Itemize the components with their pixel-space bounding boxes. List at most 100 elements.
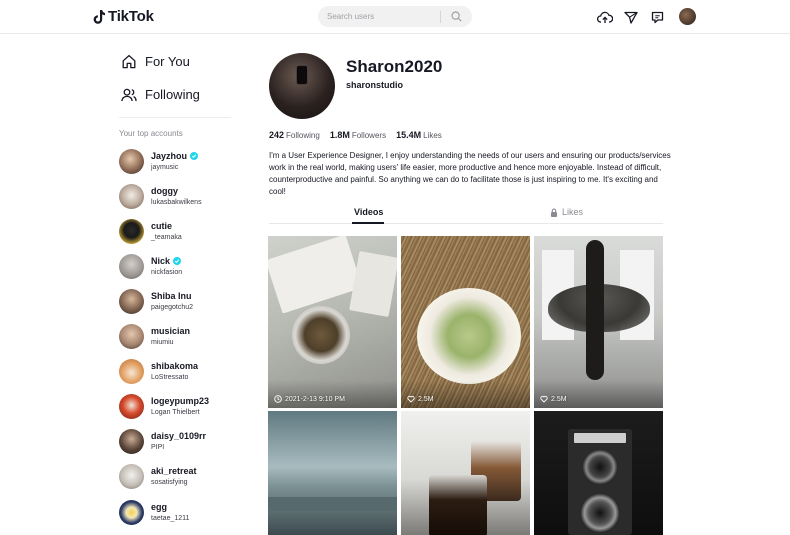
profile-stats: 242 Following 1.8M Followers 15.4M Likes xyxy=(269,130,442,140)
tab-videos[interactable]: Videos xyxy=(354,207,383,217)
account-name-text: doggy xyxy=(151,186,178,196)
account-name: daisy_0109rr xyxy=(151,431,206,441)
avatar xyxy=(119,428,144,454)
logo-text: TikTok xyxy=(108,8,154,25)
video-thumbnail[interactable] xyxy=(268,411,397,535)
account-handle: nickfasion xyxy=(151,269,183,276)
camera-lens-shape xyxy=(582,449,618,485)
search-button[interactable] xyxy=(441,6,472,27)
video-thumbnail[interactable] xyxy=(534,411,663,535)
account-item[interactable]: Nick nickfasion xyxy=(119,252,239,280)
following-icon xyxy=(121,88,137,101)
profile-tabs: Videos Likes xyxy=(269,202,663,224)
tab-videos-label: Videos xyxy=(354,207,384,217)
account-name-text: Jayzhou xyxy=(151,151,188,161)
search-bar xyxy=(318,6,472,27)
tiktok-logo[interactable]: TikTok xyxy=(93,8,154,25)
account-handle: lukasbakwilkens xyxy=(151,199,202,206)
inbox-send-button[interactable] xyxy=(622,8,640,26)
video-shade xyxy=(534,380,663,408)
followers-label: Followers xyxy=(351,131,387,140)
clock-icon xyxy=(274,395,282,403)
avatar xyxy=(119,218,144,244)
video-overlay-text: 2.5M xyxy=(551,395,567,403)
inbox-send-icon xyxy=(624,11,638,24)
verified-badge-icon xyxy=(190,152,199,160)
avatar xyxy=(119,323,144,349)
avatar xyxy=(119,253,144,279)
account-name: musician xyxy=(151,326,190,336)
video-shade xyxy=(268,380,397,408)
video-thumbnail[interactable] xyxy=(401,411,530,535)
account-item[interactable]: egg taetae_1211 xyxy=(119,498,239,526)
search-input[interactable] xyxy=(318,12,440,21)
account-name: Nick xyxy=(151,256,182,266)
account-handle: taetae_1211 xyxy=(151,515,190,522)
account-item[interactable]: cutie _teamaka xyxy=(119,217,239,245)
account-item[interactable]: aki_retreat sosatisfying xyxy=(119,462,239,490)
account-handle: _teamaka xyxy=(151,234,182,241)
video-thumbnail[interactable]: 2021-2-13 9:10 PM xyxy=(268,236,397,408)
account-name-text: shibakoma xyxy=(151,361,199,371)
account-name: doggy xyxy=(151,186,202,196)
child-silhouette xyxy=(586,240,604,380)
upload-icon xyxy=(597,11,613,23)
account-name-text: egg xyxy=(151,502,168,512)
lock-icon xyxy=(551,208,557,217)
home-icon xyxy=(122,54,136,69)
likes-label: Likes xyxy=(423,131,442,140)
account-item[interactable]: logeypump23 Logan Thielbert xyxy=(119,392,239,420)
account-name: aki_retreat xyxy=(151,466,197,476)
messages-icon xyxy=(651,11,663,23)
verified-badge-icon xyxy=(173,257,182,265)
account-handle: paigegotchu2 xyxy=(151,304,194,311)
avatar xyxy=(119,463,144,489)
following-stat[interactable]: 242 Following xyxy=(269,130,320,140)
video-overlay: 2021-2-13 9:10 PM xyxy=(274,395,345,403)
account-handle: sosatisfying xyxy=(151,479,188,486)
video-overlay: 2.5M xyxy=(407,395,434,403)
account-item[interactable]: Shiba Inu paigegotchu2 xyxy=(119,287,239,315)
account-name-text: cutie xyxy=(151,221,173,231)
messages-button[interactable] xyxy=(648,8,666,26)
account-item[interactable]: daisy_0109rr PIPI xyxy=(119,427,239,455)
following-count: 242 xyxy=(269,130,285,140)
account-name-text: Nick xyxy=(151,256,171,266)
video-overlay-text: 2.5M xyxy=(418,395,434,403)
account-item[interactable]: shibakoma LoStressato xyxy=(119,357,239,385)
likes-count: 15.4M xyxy=(396,130,422,140)
account-handle: jaymusic xyxy=(151,164,179,171)
user-avatar[interactable] xyxy=(679,8,696,25)
account-handle: PIPI xyxy=(151,444,165,451)
followers-stat[interactable]: 1.8M Followers xyxy=(330,130,386,140)
nav-for-you-label: For You xyxy=(145,54,190,69)
followers-count: 1.8M xyxy=(329,130,350,140)
card-shape xyxy=(268,236,363,314)
account-name-text: daisy_0109rr xyxy=(151,431,207,441)
upload-button[interactable] xyxy=(596,8,614,26)
account-name: logeypump23 xyxy=(151,396,209,406)
account-name-text: musician xyxy=(151,326,191,336)
cup-shape xyxy=(292,306,350,364)
account-item[interactable]: doggy lukasbakwilkens xyxy=(119,182,239,210)
following-label: Following xyxy=(286,131,320,140)
nav-for-you[interactable]: For You xyxy=(121,54,190,69)
nav-following-label: Following xyxy=(145,87,200,102)
video-overlay-text: 2021-2-13 9:10 PM xyxy=(285,395,345,403)
profile-username: sharonstudio xyxy=(346,80,404,90)
avatar xyxy=(119,288,144,314)
video-thumbnail[interactable]: 2.5M xyxy=(534,236,663,408)
avatar xyxy=(119,358,144,384)
heart-icon xyxy=(407,395,415,403)
account-item[interactable]: musician miumiu xyxy=(119,322,239,350)
account-item[interactable]: Jayzhou jaymusic xyxy=(119,147,239,175)
account-name: cutie xyxy=(151,221,182,231)
nav-following[interactable]: Following xyxy=(121,87,200,102)
tab-likes-label: Likes xyxy=(562,207,584,217)
video-thumbnail[interactable]: 2.5M xyxy=(401,236,530,408)
avatar-phone-detail xyxy=(296,65,308,85)
sidebar: For You Following Your top accounts Jayz… xyxy=(110,34,235,535)
account-handle: Logan Thielbert xyxy=(151,409,200,416)
plate-shape xyxy=(417,288,521,384)
tab-likes[interactable]: Likes xyxy=(550,207,583,217)
